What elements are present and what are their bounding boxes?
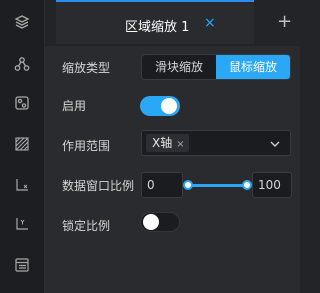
data-window-ratio-label: 数据窗口比例 — [62, 179, 135, 193]
settings-card-icon[interactable] — [14, 95, 30, 111]
slider-handle-min[interactable] — [183, 180, 193, 190]
add-tab-button[interactable]: + — [277, 11, 292, 32]
toggle-knob — [161, 98, 177, 114]
hatch-square-icon[interactable] — [14, 136, 30, 152]
layers-icon[interactable] — [14, 14, 30, 30]
y-axis-icon[interactable] — [14, 216, 30, 232]
tag-remove-icon[interactable]: × — [176, 139, 184, 150]
zoom-type-label: 缩放类型 — [62, 61, 111, 75]
lock-ratio-label: 锁定比例 — [62, 219, 111, 233]
scope-select[interactable]: X轴 × — [141, 130, 291, 156]
zoom-type-segmented: 滑块缩放 鼠标缩放 — [141, 54, 291, 80]
tab-zoom-area[interactable]: 区域缩放 1 × — [56, 0, 254, 44]
tab-title: 区域缩放 1 — [125, 20, 190, 35]
slider-track — [187, 184, 248, 187]
enabled-label: 启用 — [62, 99, 87, 113]
toggle-knob — [143, 214, 159, 230]
close-icon[interactable]: × — [204, 15, 216, 31]
scope-tag-x-axis: X轴 × — [146, 134, 189, 152]
mouse-zoom-option[interactable]: 鼠标缩放 — [216, 55, 290, 79]
sidebar — [0, 0, 45, 293]
settings-panel: 缩放类型 滑块缩放 鼠标缩放 启用 作用范围 X轴 × 数据窗口比例 0 100 … — [45, 46, 300, 293]
list-icon[interactable] — [14, 257, 30, 273]
scope-tag-label: X轴 — [152, 136, 173, 150]
ratio-range-slider[interactable] — [183, 172, 252, 198]
tab-bar: 区域缩放 1 × + — [45, 0, 300, 46]
nodes-icon[interactable] — [14, 56, 30, 72]
ratio-max-input[interactable]: 100 — [252, 172, 292, 198]
slider-handle-max[interactable] — [242, 180, 252, 190]
slider-zoom-option[interactable]: 滑块缩放 — [142, 55, 216, 79]
enabled-toggle[interactable] — [140, 96, 180, 116]
chevron-down-icon[interactable] — [270, 139, 280, 149]
lock-ratio-toggle[interactable] — [140, 212, 180, 232]
x-axis-icon[interactable] — [14, 177, 30, 193]
ratio-min-input[interactable]: 0 — [141, 172, 183, 198]
scope-label: 作用范围 — [62, 139, 111, 153]
